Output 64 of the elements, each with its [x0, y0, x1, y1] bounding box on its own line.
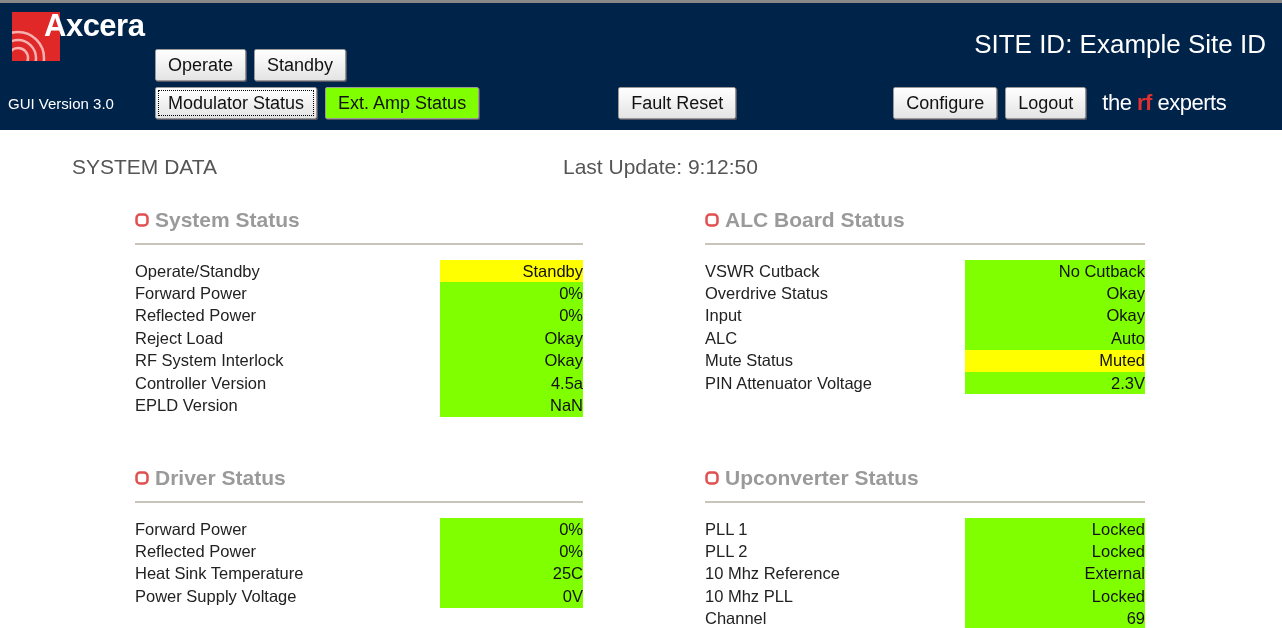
- section-title: System Status: [155, 208, 300, 232]
- status-icon: [135, 471, 149, 485]
- status-value: 69: [965, 607, 1145, 628]
- status-value: Okay: [965, 282, 1145, 305]
- header-button[interactable]: Standby: [254, 49, 347, 81]
- row-label: Forward Power: [135, 284, 248, 304]
- row-label: PLL 1: [705, 519, 749, 539]
- row-label: PIN Attenuator Voltage: [705, 373, 873, 393]
- status-value: Okay: [440, 349, 583, 372]
- row-label: Forward Power: [135, 519, 248, 539]
- row-label: Reflected Power: [135, 306, 258, 326]
- section-title: Upconverter Status: [725, 466, 919, 490]
- status-icon: [705, 471, 719, 485]
- header-button[interactable]: Modulator Status: [155, 87, 318, 119]
- status-value: Okay: [965, 304, 1145, 328]
- status-value: External: [965, 562, 1145, 586]
- status-value: Okay: [440, 327, 583, 350]
- header-button[interactable]: Fault Reset: [618, 87, 737, 119]
- status-value: 0%: [440, 304, 583, 328]
- row-label: Operate/Standby: [135, 261, 261, 281]
- row-label: Reflected Power: [135, 542, 258, 562]
- status-value: Auto: [965, 327, 1145, 350]
- status-icon: [705, 213, 719, 227]
- row-label: Input: [705, 306, 743, 326]
- status-value: 25C: [440, 562, 583, 586]
- row-label: Overdrive Status: [705, 284, 829, 304]
- status-icon: [135, 213, 149, 227]
- page-title: SYSTEM DATA: [72, 155, 219, 180]
- row-label: Channel: [705, 609, 768, 628]
- status-value: NaN: [440, 394, 583, 417]
- status-value: Locked: [965, 540, 1145, 563]
- row-label: 10 Mhz Reference: [705, 564, 841, 584]
- row-label: Reject Load: [135, 328, 225, 348]
- last-update: Last Update: 9:12:50: [563, 155, 758, 180]
- section-title: Driver Status: [155, 466, 286, 490]
- status-value: 0%: [440, 282, 583, 305]
- header-button[interactable]: Ext. Amp Status: [325, 87, 480, 119]
- row-label: EPLD Version: [135, 396, 239, 416]
- row-label: Heat Sink Temperature: [135, 564, 305, 584]
- row-label: RF System Interlock: [135, 351, 285, 371]
- status-value: 2.3V: [965, 371, 1145, 395]
- status-value: 0%: [440, 518, 583, 541]
- status-value: Locked: [965, 518, 1145, 541]
- row-label: VSWR Cutback: [705, 261, 821, 281]
- row-label: ALC: [705, 328, 739, 348]
- status-value: 0V: [440, 585, 583, 608]
- section-title: ALC Board Status: [725, 208, 905, 232]
- row-label: 10 Mhz PLL: [705, 586, 795, 606]
- gui-version: GUI Version 3.0: [8, 94, 115, 112]
- header-button[interactable]: Operate: [155, 49, 247, 81]
- row-label: Power Supply Voltage: [135, 586, 298, 606]
- site-id: SITE ID: Example Site ID: [974, 29, 1267, 61]
- header-button[interactable]: Configure: [893, 87, 998, 119]
- row-label: Controller Version: [135, 373, 268, 393]
- header-button[interactable]: Logout: [1005, 87, 1087, 119]
- status-value: Standby: [440, 260, 583, 283]
- status-value: Locked: [965, 585, 1145, 608]
- row-label: Mute Status: [705, 351, 795, 371]
- status-value: 4.5a: [440, 371, 583, 395]
- tagline: the rf experts: [1102, 90, 1227, 116]
- status-value: No Cutback: [965, 260, 1145, 283]
- status-value: Muted: [965, 349, 1145, 372]
- status-value: 0%: [440, 540, 583, 563]
- row-label: PLL 2: [705, 542, 749, 562]
